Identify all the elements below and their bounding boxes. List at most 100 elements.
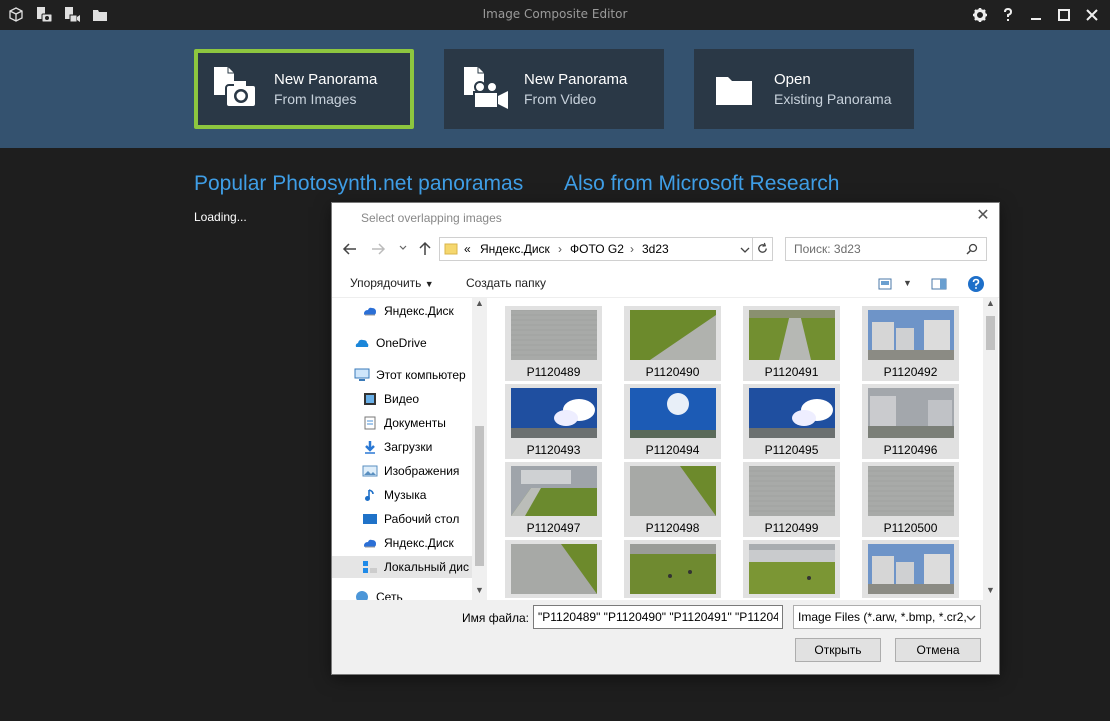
tile-subtitle: Existing Panorama — [774, 91, 892, 107]
file-name: P1120493 — [526, 443, 581, 457]
sidebar-item-pictures[interactable]: Изображения — [358, 460, 474, 482]
desktop-icon — [363, 514, 377, 524]
minimize-icon[interactable] — [1026, 5, 1046, 25]
yandex-disk-icon — [364, 539, 376, 548]
sidebar-item-local-disk[interactable]: Локальный дис — [332, 556, 474, 578]
file-thumbnail[interactable] — [505, 540, 602, 598]
breadcrumb-segment[interactable]: 3d23 — [642, 242, 669, 256]
file-thumbnail[interactable] — [862, 540, 959, 598]
search-placeholder: Поиск: 3d23 — [794, 242, 861, 256]
file-type-select[interactable]: Image Files (*.arw, *.bmp, *.cr2, — [793, 605, 981, 629]
sidebar-item-desktop[interactable]: Рабочий стол — [358, 508, 474, 530]
tile-title: New Panorama — [274, 71, 378, 88]
file-thumbnail[interactable]: P1120497 — [505, 462, 602, 537]
back-arrow-icon[interactable] — [342, 241, 358, 257]
image-preview — [511, 544, 597, 594]
file-thumbnail[interactable]: P1120494 — [624, 384, 721, 459]
file-thumbnail[interactable]: P1120500 — [862, 462, 959, 537]
dialog-close-icon[interactable]: ✕ — [975, 208, 991, 224]
sidebar-item-this-pc[interactable]: Этот компьютер — [352, 364, 474, 386]
close-icon[interactable] — [1082, 5, 1102, 25]
preview-pane-icon[interactable] — [931, 278, 947, 290]
view-chevron-icon[interactable]: ▼ — [903, 278, 912, 288]
sidebar-item-yandex-disk[interactable]: Яндекс.Диск — [358, 300, 474, 322]
sidebar-scroll-thumb[interactable] — [475, 426, 484, 566]
view-options-icon[interactable] — [878, 278, 892, 290]
local-disk-icon — [363, 561, 377, 573]
filename-label: Имя файла: — [462, 611, 529, 625]
filename-input[interactable]: "P1120489" "P1120490" "P1120491" "P11204… — [533, 605, 783, 629]
open-button[interactable]: Открыть — [795, 638, 881, 662]
file-thumbnail[interactable]: P1120499 — [743, 462, 840, 537]
also-from-microsoft-research-link[interactable]: Also from Microsoft Research — [564, 172, 839, 196]
file-thumbnail[interactable]: P1120496 — [862, 384, 959, 459]
popular-photosynth-link[interactable]: Popular Photosynth.net panoramas — [194, 172, 523, 196]
cancel-button[interactable]: Отмена — [895, 638, 981, 662]
file-thumbnail[interactable]: P1120490 — [624, 306, 721, 381]
organize-menu-button[interactable]: Упорядочить ▼ — [350, 276, 434, 290]
file-thumbnail[interactable] — [624, 540, 721, 598]
file-name: P1120500 — [883, 521, 938, 535]
image-preview — [868, 544, 954, 594]
refresh-button[interactable] — [752, 237, 773, 261]
sidebar-item-downloads[interactable]: Загрузки — [358, 436, 474, 458]
file-thumbnail[interactable]: P1120498 — [624, 462, 721, 537]
folder-icon — [444, 243, 458, 255]
scroll-up-icon[interactable]: ▲ — [472, 298, 487, 313]
new-folder-button[interactable]: Создать папку — [466, 276, 546, 290]
grid-scrollbar[interactable]: ▲ ▼ — [983, 298, 998, 600]
image-preview — [868, 310, 954, 360]
sidebar-item-network[interactable]: Сеть — [352, 586, 474, 600]
app-title: Image Composite Editor — [482, 7, 628, 21]
breadcrumb-segment[interactable]: ФОТО G2 — [570, 242, 624, 256]
file-video-icon — [464, 67, 508, 109]
title-bar: Image Composite Editor — [0, 0, 1110, 30]
image-preview — [868, 466, 954, 516]
sidebar-item-video[interactable]: Видео — [358, 388, 474, 410]
chevron-down-icon — [966, 615, 976, 621]
onedrive-icon — [355, 339, 369, 347]
file-thumbnail[interactable]: P1120495 — [743, 384, 840, 459]
new-panorama-from-video-button[interactable]: New Panorama From Video — [444, 49, 664, 129]
image-preview — [749, 544, 835, 594]
help-icon[interactable] — [967, 275, 985, 293]
network-icon — [356, 591, 368, 600]
scroll-up-icon[interactable]: ▲ — [983, 298, 998, 313]
file-thumbnail[interactable]: P1120489 — [505, 306, 602, 381]
recent-locations-chevron-icon[interactable] — [398, 243, 408, 253]
file-thumbnail[interactable]: P1120492 — [862, 306, 959, 381]
address-bar[interactable]: « Яндекс.Диск › ФОТО G2 › 3d23 — [439, 237, 773, 261]
computer-icon — [354, 368, 370, 381]
refresh-icon — [758, 242, 767, 253]
image-preview — [630, 388, 716, 438]
search-input[interactable]: Поиск: 3d23 — [785, 237, 987, 261]
file-thumbnail[interactable]: P1120491 — [743, 306, 840, 381]
chevron-down-icon[interactable] — [740, 245, 750, 255]
grid-scroll-thumb[interactable] — [986, 316, 995, 350]
downloads-icon — [365, 441, 375, 454]
sidebar-item-yandex-disk-2[interactable]: Яндекс.Диск — [358, 532, 474, 554]
sidebar-item-onedrive[interactable]: OneDrive — [352, 332, 474, 354]
file-name: P1120491 — [764, 365, 819, 379]
sidebar-item-documents[interactable]: Документы — [358, 412, 474, 434]
help-icon[interactable] — [998, 5, 1018, 25]
open-existing-panorama-button[interactable]: Open Existing Panorama — [694, 49, 914, 129]
maximize-icon[interactable] — [1054, 5, 1074, 25]
forward-arrow-icon[interactable] — [370, 241, 386, 257]
new-panorama-from-images-button[interactable]: New Panorama From Images — [194, 49, 414, 129]
documents-icon — [364, 416, 376, 430]
sidebar-item-music[interactable]: Музыка — [358, 484, 474, 506]
scroll-down-icon[interactable]: ▼ — [472, 585, 487, 600]
breadcrumb-overflow[interactable]: « — [464, 242, 471, 256]
image-preview — [630, 544, 716, 594]
search-icon — [966, 243, 978, 255]
breadcrumb-segment[interactable]: Яндекс.Диск — [480, 242, 550, 256]
up-arrow-icon[interactable] — [417, 241, 433, 257]
file-thumbnail[interactable]: P1120493 — [505, 384, 602, 459]
scroll-down-icon[interactable]: ▼ — [983, 585, 998, 600]
sidebar-scrollbar[interactable]: ▲ ▼ — [472, 298, 487, 600]
gear-icon[interactable] — [970, 5, 990, 25]
file-thumbnail[interactable] — [743, 540, 840, 598]
image-preview — [511, 388, 597, 438]
file-name: P1120492 — [883, 365, 938, 379]
